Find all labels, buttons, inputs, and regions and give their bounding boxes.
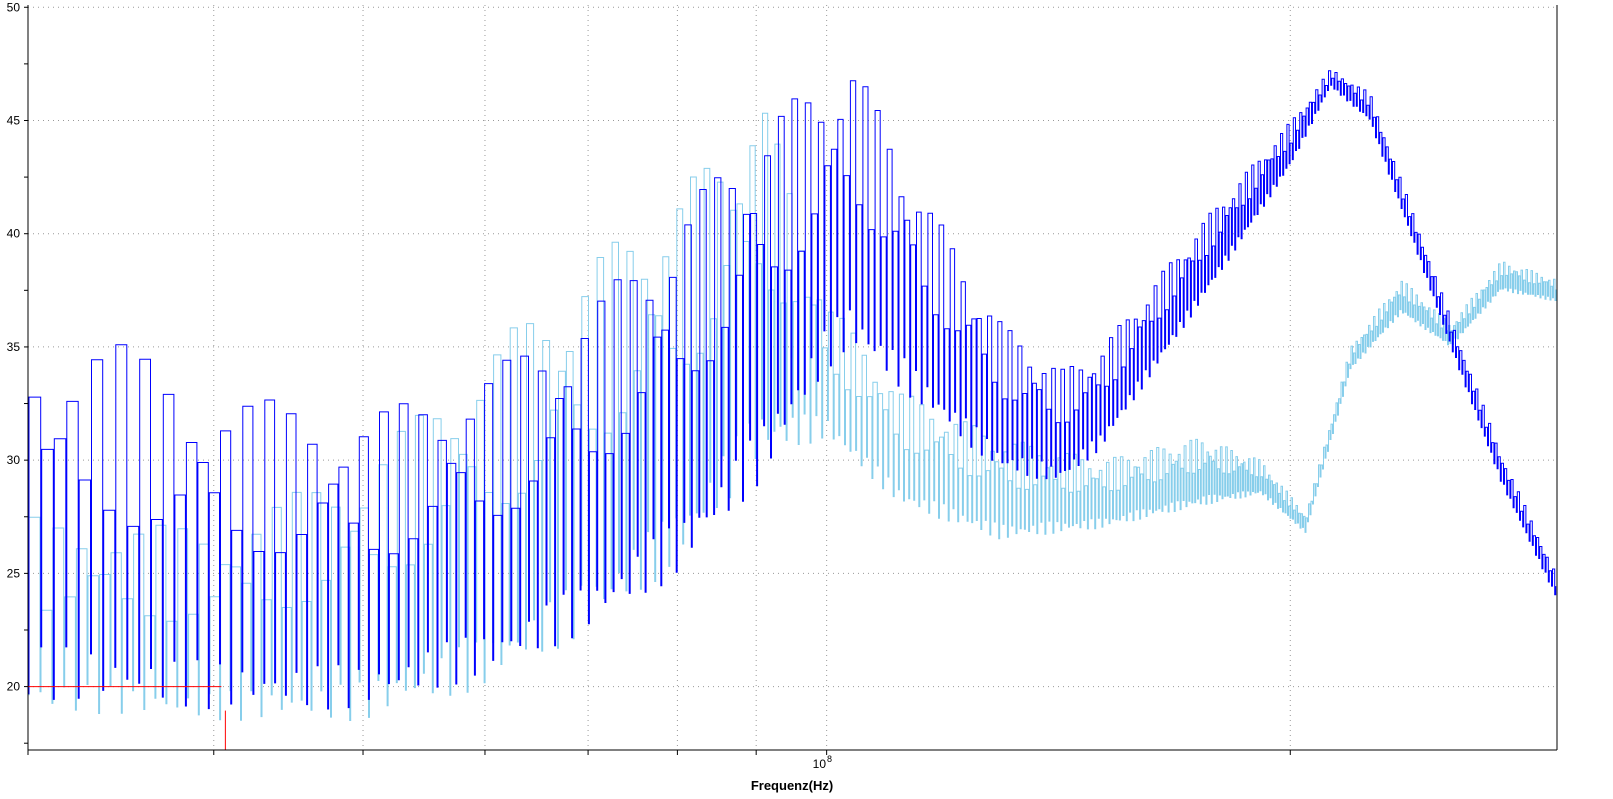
y-tick-label: 30 bbox=[7, 453, 21, 467]
frequency-response-chart: 20 25 30 35 40 45 50 10 8 Frequenz(Hz) bbox=[7, 0, 1558, 793]
y-tick-label: 40 bbox=[7, 227, 21, 241]
x-tick-label-exponent: 8 bbox=[827, 754, 832, 764]
series-group bbox=[28, 70, 1557, 721]
series-dark-line bbox=[28, 70, 1557, 710]
y-tick-label: 35 bbox=[7, 340, 21, 354]
axes: 20 25 30 35 40 45 50 bbox=[7, 0, 1558, 755]
y-tick-label: 50 bbox=[7, 0, 21, 14]
x-tick-label-1e8: 10 bbox=[813, 757, 827, 771]
y-tick-label: 25 bbox=[7, 566, 21, 580]
x-axis-title: Frequenz(Hz) bbox=[751, 778, 833, 793]
x-tick-labels: 10 8 bbox=[813, 754, 832, 771]
cursor-marker[interactable] bbox=[28, 686, 226, 750]
y-tick-label: 20 bbox=[7, 680, 21, 694]
y-tick-label: 45 bbox=[7, 113, 21, 127]
